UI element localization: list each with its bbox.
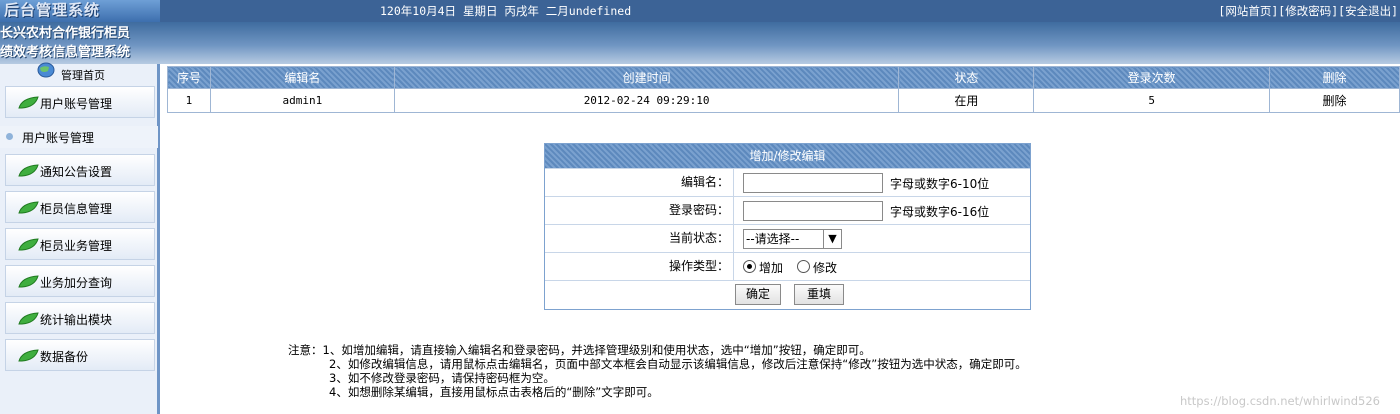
column-header: 删除 (1269, 66, 1400, 89)
column-header: 状态 (898, 66, 1035, 89)
sidebar-item-teller-info[interactable]: 柜员信息管理 (5, 191, 155, 223)
logout-link[interactable]: [安全退出] (1338, 4, 1398, 18)
status-select-value: --请选择-- (746, 232, 800, 246)
row-delete-link[interactable]: 删除 (1269, 88, 1400, 113)
row-login-count: 5 (1033, 88, 1271, 113)
row-status: 在用 (898, 88, 1035, 113)
system-name-line1: 长兴农村合作银行柜员 (0, 26, 131, 41)
sidebar-item-data-backup[interactable]: 数据备份 (5, 339, 155, 371)
leaf-icon (18, 201, 39, 214)
system-name-line2: 绩效考核信息管理系统 (0, 45, 131, 60)
column-header: 登录次数 (1033, 66, 1271, 89)
sidebar-subitem-label: 用户账号管理 (22, 131, 95, 145)
date-display: 120年10月4日 星期日 丙戌年 二月undefined (380, 4, 632, 18)
username-label: 编辑名： (545, 169, 734, 196)
header-band (0, 22, 1400, 64)
password-row: 登录密码： 字母或数字6-16位 (545, 196, 1030, 224)
sidebar-item-label: 柜员信息管理 (40, 202, 113, 216)
table-row: 1 admin1 2012-02-24 09:29:10 在用 5 删除 (167, 88, 1400, 113)
username-hint: 字母或数字6-10位 (890, 177, 990, 191)
sidebar-item-label: 用户账号管理 (40, 97, 113, 111)
column-header: 创建时间 (393, 66, 900, 89)
note-line: 4、如想删除某编辑，直接用鼠标点击表格后的“删除”文字即可。 (329, 385, 659, 399)
modify-radio[interactable] (797, 260, 810, 273)
sidebar-item-notices[interactable]: 通知公告设置 (5, 154, 155, 186)
watermark: https://blog.csdn.net/whirlwind526 (1180, 394, 1380, 408)
sidebar-item-user-accounts[interactable]: 用户账号管理 (5, 86, 155, 118)
note-line: 2、如修改编辑信息，请用鼠标点击编辑名，页面中部文本框会自动显示该编辑信息，修改… (329, 357, 1027, 371)
add-radio-label[interactable]: 增加 (759, 259, 783, 276)
column-header: 编辑名 (209, 66, 395, 89)
top-bar: 后台管理系统 120年10月4日 星期日 丙戌年 二月undefined [网站… (0, 0, 1400, 22)
editor-form: 增加/修改编辑 编辑名： 字母或数字6-10位 登录密码： 字母或数字6-16位… (544, 143, 1031, 310)
site-home-link[interactable]: [网站首页] (1218, 4, 1278, 18)
note-line: 注意：1、如增加编辑，请直接输入编辑名和登录密码，并选择管理级别和使用状态，选中… (288, 343, 871, 357)
sidebar-item-teller-business[interactable]: 柜员业务管理 (5, 228, 155, 260)
password-label: 登录密码： (545, 197, 734, 224)
system-name: 长兴农村合作银行柜员 绩效考核信息管理系统 (0, 24, 170, 62)
app-logo: 后台管理系统 (0, 0, 160, 22)
column-header: 序号 (167, 66, 211, 89)
leaf-icon (18, 164, 39, 177)
form-buttons: 确定 重填 (545, 280, 1030, 309)
sidebar-item-label: 业务加分查询 (40, 276, 113, 290)
sidebar-item-stats-export[interactable]: 统计输出模块 (5, 302, 155, 334)
add-radio[interactable] (743, 260, 756, 273)
sidebar-item-label: 通知公告设置 (40, 165, 113, 179)
row-index: 1 (167, 88, 211, 113)
chevron-down-icon[interactable]: ▼ (823, 230, 841, 248)
optype-row: 操作类型： 增加 修改 (545, 252, 1030, 280)
globe-icon (37, 62, 55, 78)
optype-label: 操作类型： (545, 253, 734, 280)
reset-button[interactable]: 重填 (794, 284, 844, 305)
username-input[interactable] (743, 173, 883, 193)
row-created-time: 2012-02-24 09:29:10 (393, 88, 900, 113)
leaf-icon (18, 349, 39, 362)
status-row: 当前状态： --请选择-- ▼ (545, 224, 1030, 252)
sidebar-subitem-user-accounts[interactable]: 用户账号管理 (0, 126, 158, 148)
sidebar-item-label: 柜员业务管理 (40, 239, 113, 253)
note-line: 3、如不修改登录密码，请保持密码框为空。 (329, 371, 555, 385)
top-links: [网站首页][修改密码][安全退出] (1218, 3, 1398, 19)
leaf-icon (18, 238, 39, 251)
form-title: 增加/修改编辑 (545, 144, 1030, 168)
sidebar-item-bonus-query[interactable]: 业务加分查询 (5, 265, 155, 297)
status-select[interactable]: --请选择-- ▼ (743, 229, 842, 249)
leaf-icon (18, 96, 39, 109)
confirm-button[interactable]: 确定 (735, 284, 781, 305)
editor-table: 序号 编辑名 创建时间 状态 登录次数 删除 1 admin1 2012-02-… (167, 66, 1400, 113)
leaf-icon (18, 275, 39, 288)
password-input[interactable] (743, 201, 883, 221)
sidebar: 管理首页 用户账号管理 用户账号管理 通知公告设置 柜员信息管理 柜员业务管理 … (0, 62, 160, 414)
modify-radio-label[interactable]: 修改 (813, 259, 837, 276)
sidebar-home-label[interactable]: 管理首页 (61, 67, 105, 83)
status-label: 当前状态： (545, 225, 734, 252)
password-hint: 字母或数字6-16位 (890, 205, 990, 219)
table-header-row: 序号 编辑名 创建时间 状态 登录次数 删除 (167, 66, 1400, 89)
row-editor-name[interactable]: admin1 (209, 88, 395, 113)
username-row: 编辑名： 字母或数字6-10位 (545, 168, 1030, 196)
bullet-icon (6, 133, 13, 140)
leaf-icon (18, 312, 39, 325)
sidebar-item-label: 统计输出模块 (40, 313, 113, 327)
sidebar-item-label: 数据备份 (40, 350, 89, 364)
change-password-link[interactable]: [修改密码] (1278, 4, 1338, 18)
